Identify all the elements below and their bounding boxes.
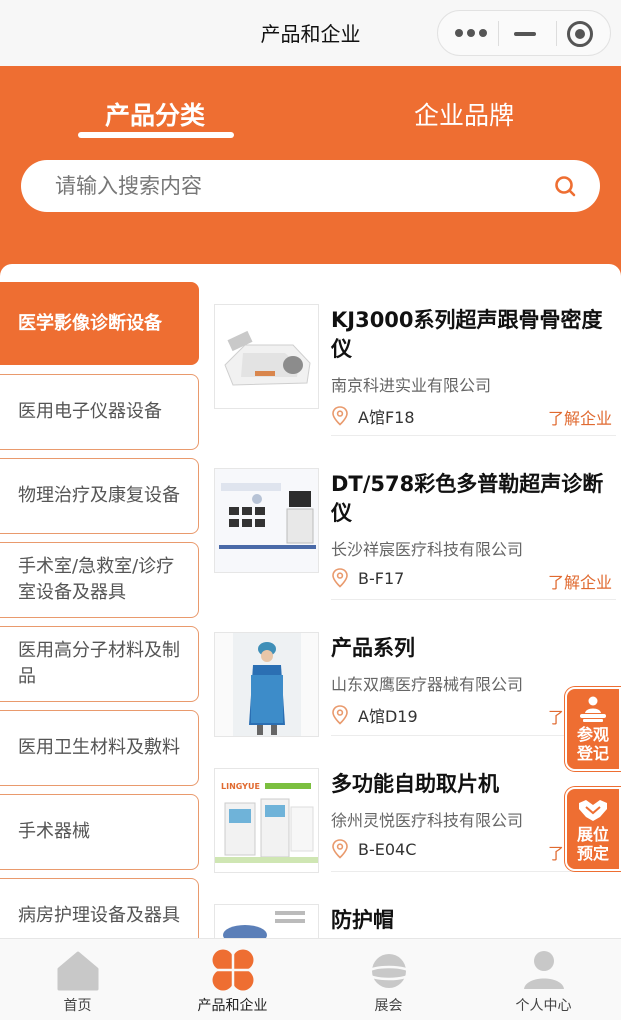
product-thumbnail bbox=[214, 304, 319, 409]
product-item[interactable]: 防护帽 bbox=[214, 864, 614, 938]
bottom-tab-bar: 首页 产品和企业 展会 个人中心 bbox=[0, 938, 621, 1020]
location-pin-icon bbox=[332, 406, 348, 426]
tab-home[interactable]: 首页 bbox=[0, 939, 155, 1020]
search-icon[interactable] bbox=[554, 175, 576, 197]
product-thumbnail bbox=[214, 632, 319, 737]
product-location: B-E04C bbox=[331, 839, 416, 859]
product-name: 防护帽 bbox=[331, 908, 394, 932]
learn-enterprise-link[interactable]: 了解企业 bbox=[548, 405, 612, 429]
product-company: 长沙祥宸医疗科技有限公司 bbox=[331, 540, 524, 559]
navigation-bar: 产品和企业 bbox=[0, 0, 621, 66]
svg-text:LINGYUE: LINGYUE bbox=[221, 782, 260, 791]
product-item[interactable]: LINGYUE 多功能自助取片机 徐州灵悦医疗科技有限公司 B-E04C 了 bbox=[214, 728, 614, 873]
location-pin-icon bbox=[332, 839, 348, 859]
learn-enterprise-link[interactable]: 了 bbox=[548, 704, 564, 728]
home-icon bbox=[57, 951, 99, 991]
product-name: 产品系列 bbox=[331, 636, 415, 660]
product-item[interactable]: DT/578彩色多普勒超声诊断仪 长沙祥宸医疗科技有限公司 B-F17 了解企业 bbox=[214, 428, 614, 592]
product-location: B-F17 bbox=[331, 568, 404, 588]
product-thumbnail: LINGYUE bbox=[214, 768, 319, 873]
category-item-medical-imaging[interactable]: 医学影像诊断设备 bbox=[0, 282, 199, 365]
product-location: A馆F18 bbox=[331, 404, 415, 428]
minimize-icon[interactable] bbox=[514, 32, 536, 36]
learn-enterprise-link[interactable]: 了解企业 bbox=[548, 569, 612, 593]
product-thumbnail bbox=[214, 468, 319, 573]
tab-product-category[interactable]: 产品分类 bbox=[105, 96, 205, 132]
tab-personal-center[interactable]: 个人中心 bbox=[466, 939, 621, 1020]
booth-reservation-button[interactable]: 展位 预定 bbox=[565, 787, 621, 871]
tab-exhibition[interactable]: 展会 bbox=[311, 939, 466, 1020]
active-tab-indicator bbox=[78, 132, 234, 138]
category-item-surgical-instruments[interactable]: 手术器械 bbox=[0, 794, 199, 870]
mini-program-capsule bbox=[437, 10, 611, 56]
learn-enterprise-link[interactable]: 了 bbox=[548, 840, 564, 864]
product-company: 山东双鹰医疗器械有限公司 bbox=[331, 675, 524, 694]
category-item-operating-room[interactable]: 手术室/急救室/诊疗室设备及器具 bbox=[0, 542, 199, 618]
location-pin-icon bbox=[332, 705, 348, 725]
orange-header: 产品分类 企业品牌 bbox=[0, 66, 621, 280]
category-item-medical-electronics[interactable]: 医用电子仪器设备 bbox=[0, 374, 199, 450]
tab-products-enterprises[interactable]: 产品和企业 bbox=[155, 939, 310, 1020]
clover-icon bbox=[212, 949, 254, 991]
product-location: A馆D19 bbox=[331, 703, 418, 727]
product-item[interactable]: 产品系列 山东双鹰医疗器械有限公司 A馆D19 了 bbox=[214, 592, 614, 737]
product-name: DT/578彩色多普勒超声诊断仪 bbox=[331, 472, 604, 525]
product-company: 徐州灵悦医疗科技有限公司 bbox=[331, 811, 524, 830]
product-company: 南京科进实业有限公司 bbox=[331, 376, 492, 395]
category-item-polymer-materials[interactable]: 医用高分子材料及制品 bbox=[0, 626, 199, 702]
search-bar bbox=[21, 160, 600, 212]
planet-icon bbox=[366, 954, 412, 988]
category-item-physiotherapy[interactable]: 物理治疗及康复设备 bbox=[0, 458, 199, 534]
visit-registration-button[interactable]: 参观 登记 bbox=[565, 687, 621, 771]
handshake-icon bbox=[579, 800, 607, 821]
more-dots-icon[interactable] bbox=[455, 26, 487, 40]
tab-enterprise-brand[interactable]: 企业品牌 bbox=[414, 96, 514, 132]
location-pin-icon bbox=[332, 568, 348, 588]
user-icon bbox=[524, 951, 564, 989]
category-item-sanitary-materials[interactable]: 医用卫生材料及敷料 bbox=[0, 710, 199, 786]
reception-icon bbox=[580, 696, 606, 722]
content-panel: 医学影像诊断设备 医用电子仪器设备 物理治疗及康复设备 手术室/急救室/诊疗室设… bbox=[0, 264, 621, 938]
product-thumbnail bbox=[214, 904, 319, 938]
close-record-icon[interactable] bbox=[567, 21, 593, 47]
product-name: KJ3000系列超声跟骨骨密度仪 bbox=[331, 308, 603, 361]
product-item[interactable]: KJ3000系列超声跟骨骨密度仪 南京科进实业有限公司 A馆F18 了解企业 bbox=[214, 264, 614, 428]
category-item-ward-nursing[interactable]: 病房护理设备及器具 bbox=[0, 878, 199, 938]
search-input[interactable] bbox=[55, 160, 535, 212]
